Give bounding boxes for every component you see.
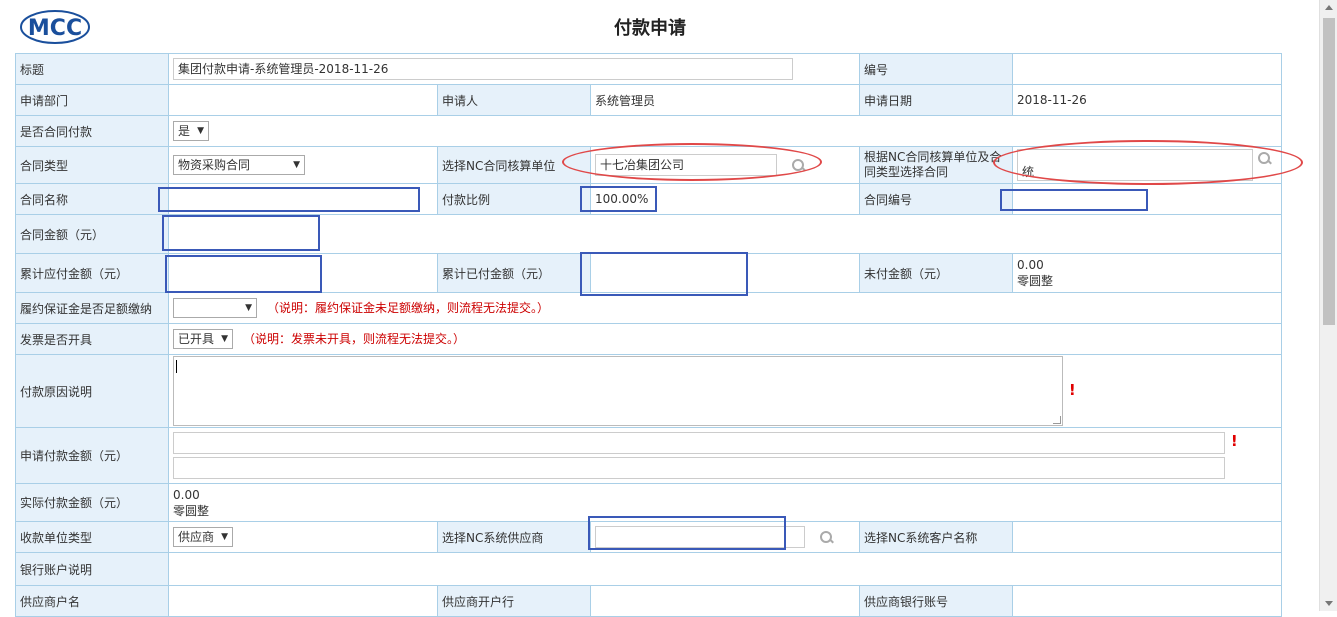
row-applicant: 申请部门 申请人 系统管理员 申请日期 2018-11-26 — [15, 84, 1282, 116]
row-bank-desc: 银行账户说明 — [15, 552, 1282, 586]
search-icon[interactable] — [819, 530, 833, 544]
scroll-up-icon[interactable] — [1325, 5, 1333, 10]
select-contract-label: 根据NC合同核算单位及合同类型选择合同 — [859, 146, 1013, 184]
supplier-bank-value — [590, 585, 860, 617]
actual-amount-label: 实际付款金额（元） — [15, 483, 169, 522]
row-title: 标题 集团付款申请-系统管理员-2018-11-26 编号 — [15, 53, 1282, 85]
contract-amount-value — [168, 214, 1282, 254]
title-input[interactable]: 集团付款申请-系统管理员-2018-11-26 — [173, 58, 793, 80]
supplier-account-name-value — [168, 585, 438, 617]
annotation-box — [1000, 189, 1148, 211]
supplier-account-name-label: 供应商户名 — [15, 585, 169, 617]
dept-label: 申请部门 — [15, 84, 169, 116]
row-deposit: 履约保证金是否足额缴纳 ▼ （说明：履约保证金未足额缴纳，则流程无法提交。） — [15, 292, 1282, 324]
chevron-down-icon: ▼ — [245, 303, 252, 313]
annotation-box — [580, 186, 657, 212]
deposit-note: （说明：履约保证金未足额缴纳，则流程无法提交。） — [267, 300, 550, 315]
title-label: 标题 — [15, 53, 169, 85]
select-supplier-label: 选择NC系统供应商 — [437, 521, 591, 553]
page-title: 付款申请 — [614, 18, 686, 39]
scroll-thumb[interactable] — [1323, 18, 1335, 325]
dept-value — [168, 84, 438, 116]
required-mark: ! — [1068, 380, 1076, 399]
apply-amount-words-input[interactable] — [173, 457, 1225, 479]
chevron-down-icon: ▼ — [197, 126, 204, 136]
annotation-box — [162, 215, 320, 251]
pay-ratio-label: 付款比例 — [437, 183, 591, 215]
chevron-down-icon: ▼ — [221, 532, 228, 542]
bank-desc-label: 银行账户说明 — [15, 552, 169, 586]
required-mark: ! — [1230, 432, 1238, 450]
reason-label: 付款原因说明 — [15, 354, 169, 428]
applicant-value: 系统管理员 — [590, 84, 860, 116]
vertical-scrollbar[interactable] — [1319, 0, 1337, 611]
row-reason: 付款原因说明 ! — [15, 354, 1282, 428]
actual-amount-value: 0.00 — [173, 487, 200, 502]
chevron-down-icon: ▼ — [293, 160, 300, 170]
contract-amount-label: 合同金额（元） — [15, 214, 169, 254]
apply-amount-input[interactable] — [173, 432, 1225, 454]
row-apply-amount: 申请付款金额（元） ! — [15, 427, 1282, 484]
scroll-down-icon[interactable] — [1325, 601, 1333, 606]
cum-paid-label: 累计已付金额（元） — [437, 253, 591, 293]
contract-type-select[interactable]: 物资采购合同 ▼ — [173, 155, 305, 175]
annotation-box — [580, 252, 748, 296]
resize-handle[interactable] — [1053, 416, 1061, 424]
annotation-box — [165, 255, 322, 293]
unpaid-value: 0.00 — [1017, 258, 1044, 272]
unpaid-words: 零圆整 — [1017, 274, 1054, 288]
annotation-box — [158, 187, 420, 212]
invoice-label: 发票是否开具 — [15, 323, 169, 355]
date-value: 2018-11-26 — [1012, 84, 1282, 116]
select-customer-label: 选择NC系统客户名称 — [859, 521, 1013, 553]
annotation-box — [588, 516, 786, 550]
supplier-account-no-label: 供应商银行账号 — [859, 585, 1013, 617]
is-contract-label: 是否合同付款 — [15, 115, 169, 147]
apply-amount-label: 申请付款金额（元） — [15, 427, 169, 484]
number-label: 编号 — [859, 53, 1013, 85]
contract-no-label: 合同编号 — [859, 183, 1013, 215]
invoice-select[interactable]: 已开具 ▼ — [173, 329, 233, 349]
number-value — [1012, 53, 1282, 85]
bank-desc-value — [168, 552, 1282, 586]
unpaid-label: 未付金额（元） — [859, 253, 1013, 293]
chevron-down-icon: ▼ — [221, 334, 228, 344]
contract-name-label: 合同名称 — [15, 183, 169, 215]
annotation-oval — [993, 140, 1303, 185]
deposit-select[interactable]: ▼ — [173, 298, 257, 318]
cum-payable-label: 累计应付金额（元） — [15, 253, 169, 293]
row-supplier-account: 供应商户名 供应商开户行 供应商银行账号 — [15, 585, 1282, 617]
row-invoice: 发票是否开具 已开具 ▼ （说明：发票未开具，则流程无法提交。） — [15, 323, 1282, 355]
contract-type-label: 合同类型 — [15, 146, 169, 184]
supplier-account-no-value — [1012, 585, 1282, 617]
payee-type-label: 收款单位类型 — [15, 521, 169, 553]
payee-type-select[interactable]: 供应商 ▼ — [173, 527, 233, 547]
invoice-note: （说明：发票未开具，则流程无法提交。） — [243, 331, 466, 346]
deposit-label: 履约保证金是否足额缴纳 — [15, 292, 169, 324]
supplier-bank-label: 供应商开户行 — [437, 585, 591, 617]
applicant-label: 申请人 — [437, 84, 591, 116]
reason-textarea[interactable] — [173, 356, 1063, 426]
customer-value — [1012, 521, 1282, 553]
annotation-oval — [562, 143, 822, 181]
date-label: 申请日期 — [859, 84, 1013, 116]
is-contract-select[interactable]: 是 ▼ — [173, 121, 209, 141]
